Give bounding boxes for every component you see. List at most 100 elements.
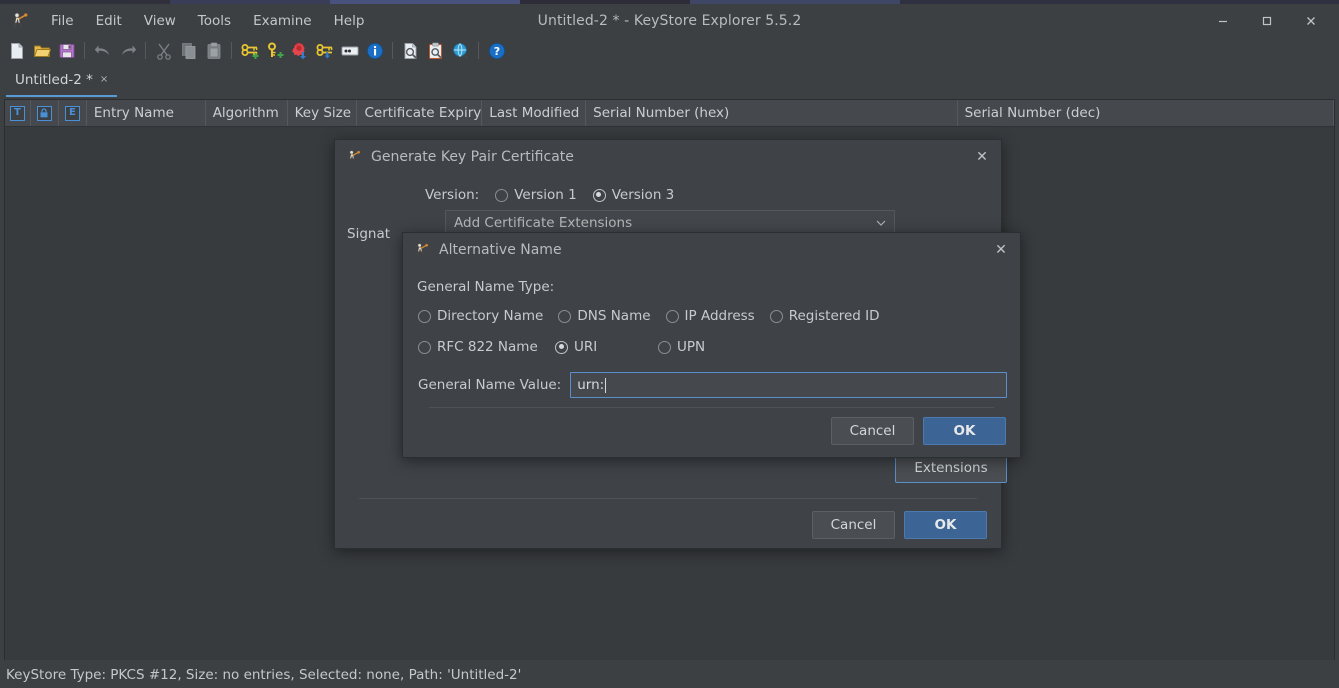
- version-row: Version: Version 1 Version 3: [425, 187, 690, 203]
- svg-text:?: ?: [493, 45, 499, 58]
- column-header-certificate-expiry[interactable]: Certificate Expiry: [357, 100, 482, 126]
- toolbar-separator: [145, 42, 146, 59]
- minimize-icon[interactable]: [1201, 4, 1245, 37]
- radio-registered-id-label: Registered ID: [789, 308, 880, 324]
- import-key-pair-icon[interactable]: [312, 39, 337, 63]
- radio-version-1[interactable]: Version 1: [495, 187, 577, 203]
- maximize-icon[interactable]: [1245, 4, 1289, 37]
- entry-type-icon: T: [10, 106, 25, 121]
- toolbar-separator: [84, 42, 85, 59]
- extensions-button-label: Extensions: [914, 460, 987, 476]
- column-header-last-modified[interactable]: Last Modified: [482, 100, 586, 126]
- save-keystore-icon[interactable]: [54, 39, 79, 63]
- toolbar-separator: [392, 42, 393, 59]
- statusbar-text: KeyStore Type: PKCS #12, Size: no entrie…: [6, 667, 521, 683]
- close-icon[interactable]: ✕: [969, 144, 995, 170]
- alternative-name-buttons: Cancel OK: [831, 417, 1006, 445]
- menu-file[interactable]: File: [40, 9, 85, 33]
- help-icon[interactable]: ?: [484, 39, 509, 63]
- column-header-entry-type[interactable]: T: [5, 100, 31, 126]
- general-name-value-text: urn:: [577, 377, 604, 393]
- menu-examine[interactable]: Examine: [242, 9, 323, 33]
- radio-upn[interactable]: UPN: [658, 339, 705, 355]
- examine-file-icon[interactable]: [398, 39, 423, 63]
- menu-tools[interactable]: Tools: [187, 9, 242, 33]
- alternative-name-separator: [429, 407, 994, 408]
- table-header-row: T E Entry Name Algorithm Key Size Certif…: [5, 100, 1334, 127]
- paste-icon: [201, 39, 226, 63]
- radio-dot-icon: [418, 310, 431, 323]
- new-keystore-icon[interactable]: [4, 39, 29, 63]
- radio-rfc-822-name-label: RFC 822 Name: [437, 339, 538, 355]
- version-label: Version:: [425, 187, 479, 203]
- keystore-explorer-icon: [345, 148, 363, 166]
- generate-key-pair-icon[interactable]: [237, 39, 262, 63]
- cancel-button-label: Cancel: [831, 517, 877, 533]
- radio-dot-icon: [495, 189, 508, 202]
- radio-directory-name[interactable]: Directory Name: [418, 308, 543, 324]
- alternative-name-titlebar: Alternative Name ✕: [403, 233, 1020, 267]
- ok-button[interactable]: OK: [923, 417, 1006, 445]
- redo-icon: [115, 39, 140, 63]
- radio-version-3-label: Version 3: [612, 187, 675, 203]
- tab-close-icon[interactable]: ×: [100, 74, 108, 85]
- menu-edit[interactable]: Edit: [85, 9, 133, 33]
- import-trusted-certificate-icon[interactable]: [287, 39, 312, 63]
- keystore-explorer-icon: [6, 9, 34, 33]
- column-header-key-size[interactable]: Key Size: [288, 100, 358, 126]
- radio-registered-id[interactable]: Registered ID: [770, 308, 880, 324]
- cancel-button[interactable]: Cancel: [831, 417, 914, 445]
- close-icon[interactable]: ✕: [988, 237, 1014, 263]
- ok-button-label: OK: [954, 423, 976, 439]
- radio-dns-name[interactable]: DNS Name: [558, 308, 650, 324]
- radio-dot-icon: [555, 341, 568, 354]
- radio-rfc-822-name[interactable]: RFC 822 Name: [418, 339, 555, 355]
- lock-status-icon: [37, 106, 52, 121]
- ok-button[interactable]: OK: [904, 511, 987, 539]
- radio-ip-address[interactable]: IP Address: [666, 308, 755, 324]
- radio-directory-name-label: Directory Name: [437, 308, 543, 324]
- cancel-button[interactable]: Cancel: [812, 511, 895, 539]
- application-window: Untitled-2 * - KeyStore Explorer 5.5.2: [0, 0, 1339, 688]
- cut-icon: [151, 39, 176, 63]
- column-header-serial-number-hex[interactable]: Serial Number (hex): [586, 100, 957, 126]
- generate-dialog-buttons: Cancel OK: [812, 511, 987, 539]
- column-header-lock-status[interactable]: [31, 100, 59, 126]
- window-controls: [1201, 4, 1333, 37]
- radio-ip-address-label: IP Address: [685, 308, 755, 324]
- close-icon[interactable]: [1289, 4, 1333, 37]
- radio-dot-icon: [658, 341, 671, 354]
- generate-dialog-titlebar: Generate Key Pair Certificate ✕: [335, 140, 1001, 174]
- column-header-serial-number-dec[interactable]: Serial Number (dec): [958, 100, 1334, 126]
- tabbar: Untitled-2 * ×: [0, 64, 1339, 97]
- toolbar: ?: [0, 37, 1339, 64]
- tab-untitled-2[interactable]: Untitled-2 * ×: [6, 64, 117, 97]
- ok-button-label: OK: [935, 517, 957, 533]
- column-header-algorithm[interactable]: Algorithm: [206, 100, 288, 126]
- examine-clipboard-icon[interactable]: [423, 39, 448, 63]
- cancel-button-label: Cancel: [850, 423, 896, 439]
- keystore-properties-icon[interactable]: [362, 39, 387, 63]
- radio-dot-icon: [558, 310, 571, 323]
- radio-upn-label: UPN: [677, 339, 705, 355]
- general-name-value-row: General Name Value: urn:: [418, 372, 1007, 398]
- radio-version-1-label: Version 1: [514, 187, 577, 203]
- generate-secret-key-icon[interactable]: [262, 39, 287, 63]
- open-keystore-icon[interactable]: [29, 39, 54, 63]
- alternative-name-dialog: Alternative Name ✕ General Name Type: Di…: [402, 232, 1021, 458]
- radio-dns-name-label: DNS Name: [577, 308, 650, 324]
- radio-uri[interactable]: URI: [555, 339, 658, 355]
- statusbar: KeyStore Type: PKCS #12, Size: no entrie…: [0, 661, 1339, 688]
- radio-dot-icon: [593, 189, 606, 202]
- column-header-expiry-status[interactable]: E: [59, 100, 87, 126]
- menu-help[interactable]: Help: [323, 9, 376, 33]
- set-password-icon[interactable]: [337, 39, 362, 63]
- radio-version-3[interactable]: Version 3: [593, 187, 675, 203]
- general-name-value-input[interactable]: urn:: [570, 372, 1007, 398]
- menubar: File Edit View Tools Examine Help: [0, 4, 375, 37]
- menu-view[interactable]: View: [133, 9, 187, 33]
- column-header-entry-name[interactable]: Entry Name: [87, 100, 206, 126]
- chevron-down-icon: [876, 215, 886, 231]
- examine-ssl-icon[interactable]: [448, 39, 473, 63]
- radio-dot-icon: [666, 310, 679, 323]
